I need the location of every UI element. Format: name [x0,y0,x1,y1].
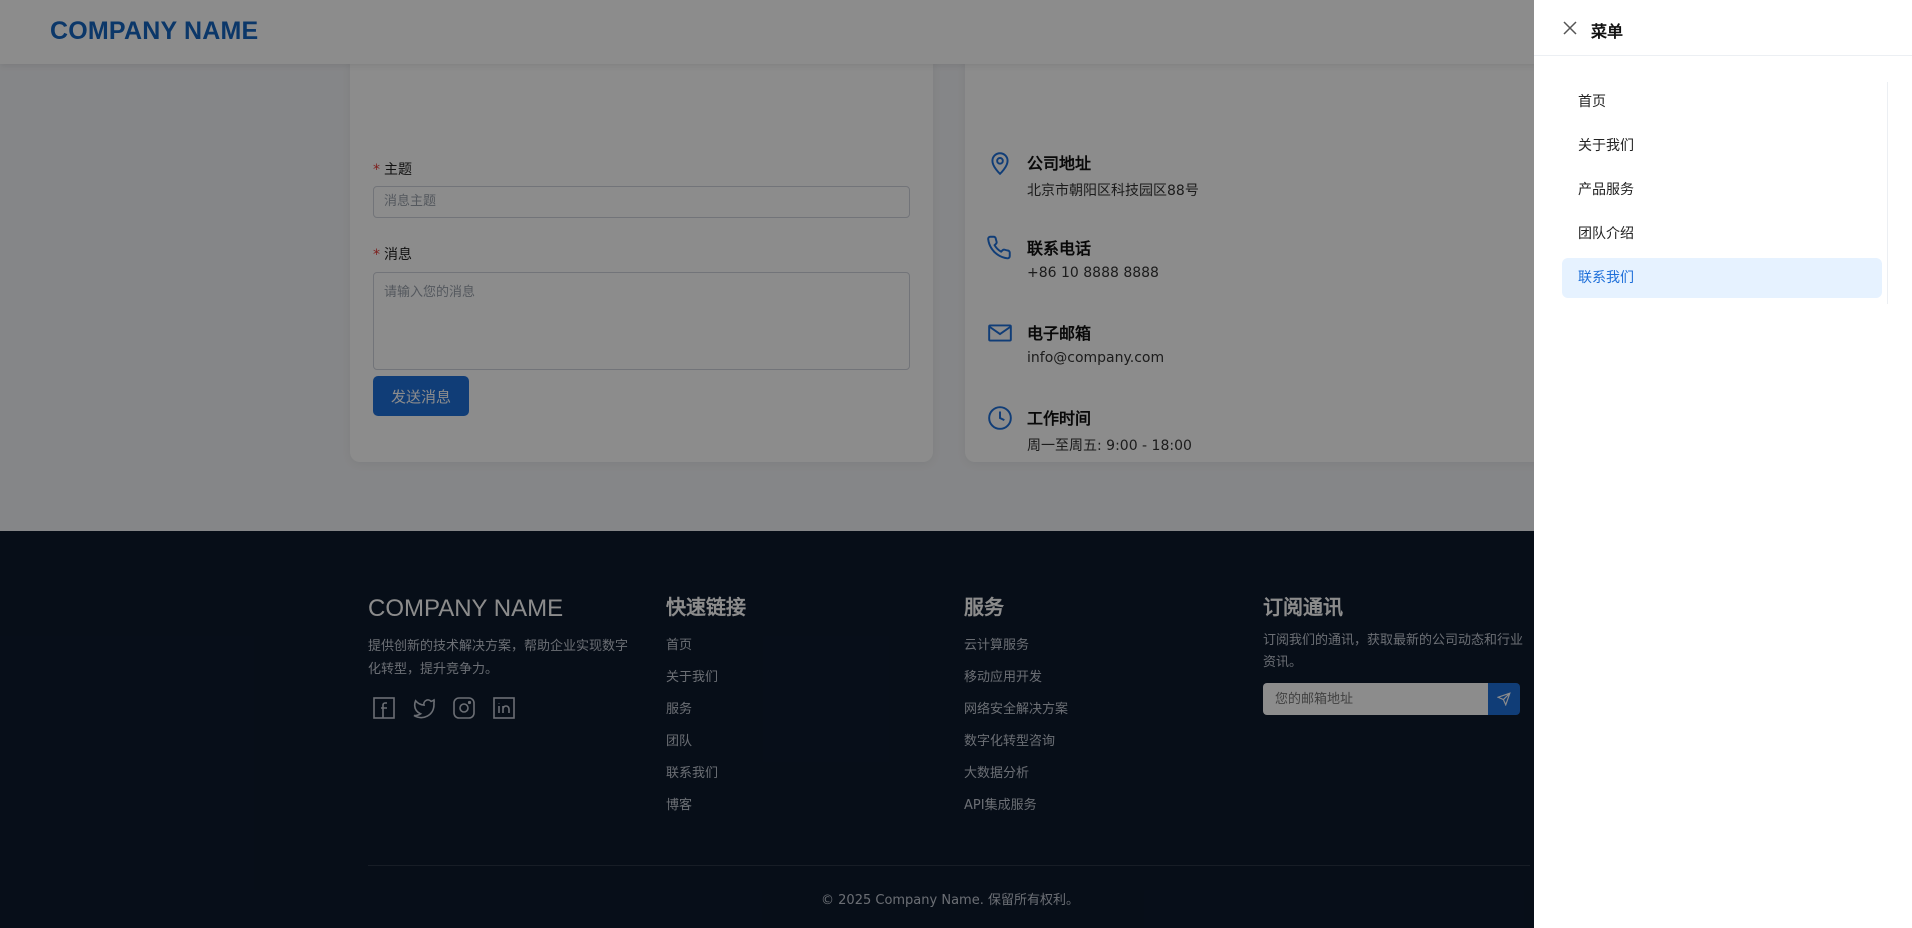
drawer-header: 菜单 [1534,0,1912,56]
menu-drawer: 菜单 首页 关于我们 产品服务 团队介绍 联系我们 [1534,0,1912,928]
menu-item-about[interactable]: 关于我们 [1562,126,1882,166]
menu-item-home[interactable]: 首页 [1562,82,1882,122]
menu-item-contact[interactable]: 联系我们 [1562,258,1882,298]
close-icon[interactable] [1562,20,1578,36]
drawer-menu: 首页 关于我们 产品服务 团队介绍 联系我们 [1562,82,1882,302]
menu-item-products[interactable]: 产品服务 [1562,170,1882,210]
drawer-title: 菜单 [1591,22,1624,41]
menu-scroll-rule [1887,82,1888,304]
menu-item-team[interactable]: 团队介绍 [1562,214,1882,254]
